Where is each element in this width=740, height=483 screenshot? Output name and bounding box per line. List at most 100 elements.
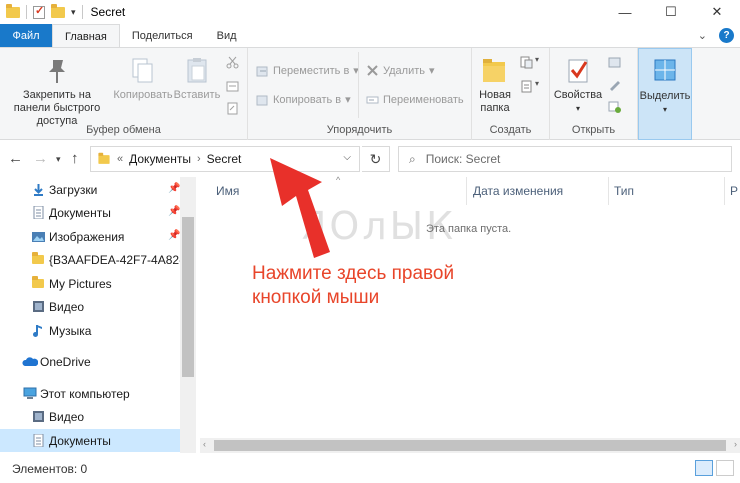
column-header-type[interactable]: Тип	[614, 179, 634, 203]
pin-icon[interactable]: 📌	[168, 230, 180, 241]
recent-locations-chevron-icon[interactable]: ▾	[56, 154, 61, 165]
tab-home[interactable]: Главная	[52, 24, 120, 48]
refresh-icon[interactable]: ↻	[362, 146, 390, 172]
folder-icon	[32, 252, 44, 264]
sidebar-item-pc-videos[interactable]: Видео	[0, 405, 180, 428]
open-icon[interactable]	[608, 56, 621, 69]
column-divider[interactable]	[466, 177, 467, 205]
video-icon	[32, 300, 45, 313]
tab-share[interactable]: Поделиться	[120, 24, 205, 48]
select-button[interactable]: Выделить ▾	[638, 48, 692, 140]
copy-to-label: Копировать в	[273, 93, 342, 106]
horizontal-scrollbar[interactable]: ‹ ›	[200, 438, 740, 453]
paste-button[interactable]: Вставить	[172, 56, 222, 102]
sidebar-item-onedrive[interactable]: OneDrive	[0, 350, 180, 373]
back-arrow-icon[interactable]: ←	[8, 150, 23, 167]
sidebar-item-label: Документы	[49, 433, 111, 448]
breadcrumb-item[interactable]: Документы	[129, 152, 191, 166]
delete-button[interactable]: Удалить ▾	[366, 64, 435, 77]
pin-quick-access-label: Закрепить на панели быстрого доступа	[13, 89, 101, 127]
easy-access-chevron-icon[interactable]: ▾	[535, 79, 539, 88]
details-view-icon[interactable]	[695, 460, 713, 476]
sidebar-item-my-pictures[interactable]: My Pictures	[0, 272, 180, 295]
sidebar-item-label: Музыка	[49, 323, 92, 338]
move-to-button[interactable]: Переместить в ▾	[256, 64, 359, 77]
pin-icon[interactable]: 📌	[168, 183, 180, 194]
easy-access-icon[interactable]	[520, 80, 533, 93]
annotation-arrow-icon	[270, 158, 330, 258]
column-header-name[interactable]: Имя	[216, 179, 239, 203]
delete-chevron-icon: ▾	[429, 65, 435, 77]
navigation-scrollbar[interactable]	[180, 177, 196, 453]
sidebar-item-label: Видео	[49, 409, 85, 424]
scroll-left-icon[interactable]: ‹	[203, 439, 206, 449]
tab-view[interactable]: Вид	[205, 24, 249, 48]
copy-to-button[interactable]: Копировать в ▾	[256, 93, 351, 106]
rename-button[interactable]: Переименовать	[366, 93, 464, 106]
column-divider[interactable]	[608, 177, 609, 205]
computer-icon	[22, 387, 38, 400]
up-arrow-icon[interactable]: ↑	[71, 150, 79, 167]
organize-group: Переместить в ▾ Копировать в ▾ Удалить ▾…	[248, 48, 472, 140]
properties-button[interactable]: Свойства ▾	[552, 56, 604, 115]
minimize-button[interactable]: —	[602, 0, 648, 24]
customize-toolbar-chevron-icon[interactable]: ▾	[71, 7, 76, 18]
divider	[358, 52, 359, 118]
scrollbar-thumb[interactable]	[214, 440, 726, 451]
scrollbar-thumb[interactable]	[182, 217, 194, 377]
rename-label: Переименовать	[383, 93, 464, 106]
sidebar-item-guid-folder[interactable]: {B3AAFDEA-42F7-4A82-8	[0, 248, 190, 271]
sidebar-item-label: {B3AAFDEA-42F7-4A82-8	[49, 252, 190, 267]
breadcrumb-chevron-icon[interactable]: ›	[197, 153, 201, 165]
paste-shortcut-icon[interactable]	[226, 102, 239, 115]
tab-file[interactable]: Файл	[0, 24, 52, 48]
sidebar-item-music[interactable]: Музыка	[0, 319, 180, 342]
folder-icon	[6, 3, 20, 18]
select-big-button[interactable]: Выделить ▾	[640, 57, 690, 116]
sidebar-item-label: Этот компьютер	[40, 386, 130, 401]
column-header-modified[interactable]: Дата изменения	[473, 179, 563, 203]
item-count: Элементов: 0	[12, 462, 88, 476]
scroll-right-icon[interactable]: ›	[734, 439, 737, 449]
window-title: Secret	[90, 5, 126, 19]
column-divider[interactable]	[724, 177, 725, 205]
copy-icon	[127, 56, 159, 86]
pin-quick-access-button[interactable]: Закрепить на панели быстрого доступа	[4, 56, 110, 128]
maximize-button[interactable]: ☐	[648, 0, 694, 24]
delete-label: Удалить	[383, 64, 425, 77]
copy-button[interactable]: Копировать	[112, 56, 174, 102]
sidebar-item-downloads[interactable]: Загрузки 📌	[0, 178, 180, 201]
new-item-icon[interactable]	[520, 56, 533, 69]
help-icon[interactable]: ?	[719, 28, 734, 43]
sidebar-item-documents[interactable]: Документы 📌	[0, 201, 180, 224]
address-row: ← → ▾ ↑ « Документы › Secret ⌵ ↻ ⌕ Поиск…	[0, 141, 740, 175]
close-button[interactable]: ✕	[694, 0, 740, 24]
open-group-label: Открыть	[571, 124, 616, 136]
new-item-chevron-icon[interactable]: ▾	[535, 55, 539, 64]
history-icon[interactable]	[608, 100, 621, 113]
search-input[interactable]: ⌕ Поиск: Secret	[398, 146, 732, 172]
large-icons-view-icon[interactable]	[716, 460, 734, 476]
sidebar-item-pictures[interactable]: Изображения 📌	[0, 225, 180, 248]
search-icon: ⌕	[409, 151, 416, 166]
address-dropdown-chevron-icon[interactable]: ⌵	[343, 152, 351, 163]
sidebar-item-pc-documents[interactable]: Документы	[0, 429, 180, 452]
breadcrumb-item[interactable]: Secret	[207, 152, 242, 166]
edit-icon[interactable]	[608, 78, 621, 91]
column-header-size[interactable]: Р	[730, 179, 738, 203]
properties-icon[interactable]	[33, 4, 45, 19]
divider	[26, 5, 27, 19]
forward-arrow-icon[interactable]: →	[33, 150, 48, 167]
sidebar-item-videos[interactable]: Видео	[0, 295, 180, 318]
new-folder-button[interactable]: Новая папка	[476, 56, 514, 115]
expand-ribbon-chevron-icon[interactable]: ⌄	[698, 29, 707, 42]
sidebar-item-this-pc[interactable]: Этот компьютер	[0, 382, 180, 405]
cut-icon[interactable]	[226, 56, 239, 69]
organize-group-label: Упорядочить	[326, 124, 393, 136]
paste-icon	[181, 56, 213, 86]
pin-icon[interactable]: 📌	[168, 206, 180, 217]
copy-path-icon[interactable]	[226, 80, 239, 93]
sidebar-item-label: Видео	[49, 299, 85, 314]
new-folder-icon[interactable]	[51, 3, 65, 18]
divider	[81, 5, 83, 19]
